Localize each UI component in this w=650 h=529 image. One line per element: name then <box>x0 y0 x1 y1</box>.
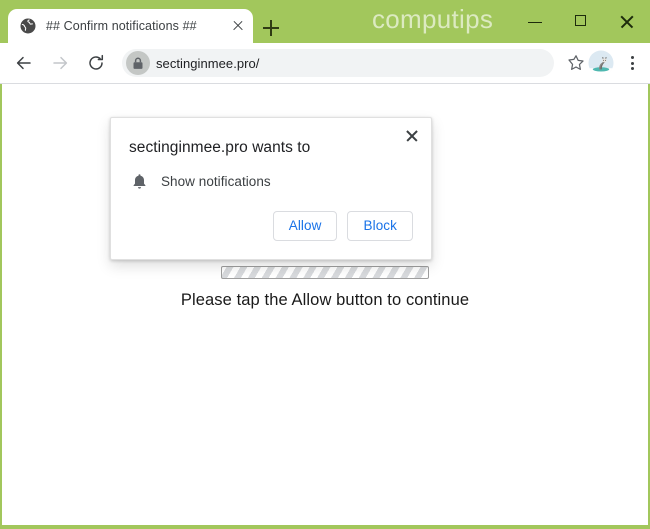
minimize-button[interactable] <box>512 7 558 37</box>
avatar[interactable] <box>588 50 614 76</box>
permission-label: Show notifications <box>161 174 271 190</box>
tab-title: ## Confirm notifications ## <box>46 19 197 33</box>
url-text: sectinginmee.pro/ <box>156 55 260 71</box>
page-message: Please tap the Allow button to continue <box>180 291 470 309</box>
browser-toolbar: sectinginmee.pro/ <box>0 43 650 84</box>
globe-icon <box>20 18 36 34</box>
back-button[interactable] <box>9 48 39 78</box>
browser-window: ## Confirm notifications ## computips se… <box>0 0 650 529</box>
maximize-button[interactable] <box>558 7 604 37</box>
chrome-menu-icon[interactable] <box>618 48 646 78</box>
permission-row: Show notifications <box>111 158 431 192</box>
block-button[interactable]: Block <box>347 210 413 241</box>
tab-strip: ## Confirm notifications ## computips <box>0 0 650 43</box>
address-bar[interactable]: sectinginmee.pro/ <box>122 49 554 77</box>
window-controls <box>512 0 650 43</box>
loading-progress-bar <box>221 266 429 279</box>
allow-button[interactable]: Allow <box>272 210 338 241</box>
bookmark-star-icon[interactable] <box>564 51 588 75</box>
watermark-text: computips <box>372 4 494 34</box>
reload-icon <box>89 54 104 70</box>
arrow-left-icon <box>16 56 31 70</box>
dialog-close-icon[interactable] <box>401 125 423 147</box>
dialog-actions: Allow Block <box>111 192 431 259</box>
browser-tab[interactable]: ## Confirm notifications ## <box>8 9 253 43</box>
close-icon[interactable] <box>229 17 247 35</box>
lock-icon[interactable] <box>126 51 150 75</box>
bell-icon <box>129 172 149 192</box>
dialog-title: sectinginmee.pro wants to <box>129 139 311 156</box>
notification-permission-dialog: sectinginmee.pro wants to Show notificat… <box>110 117 432 260</box>
arrow-right-icon <box>53 56 68 70</box>
reload-button[interactable] <box>81 48 111 78</box>
page-content: Please tap the Allow button to continue <box>2 266 648 310</box>
close-window-button[interactable] <box>604 7 650 37</box>
page-viewport: Please tap the Allow button to continue … <box>0 84 650 527</box>
forward-button[interactable] <box>45 48 75 78</box>
new-tab-button[interactable] <box>258 15 284 41</box>
